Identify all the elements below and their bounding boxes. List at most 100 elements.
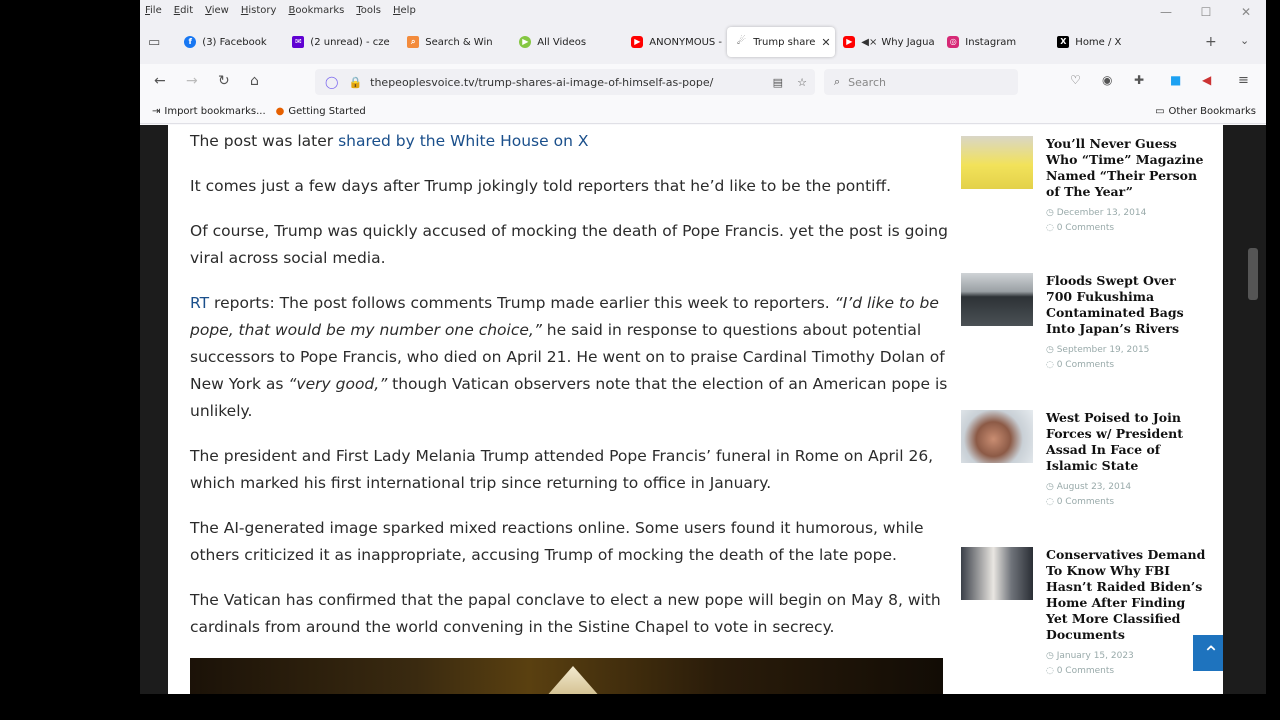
date-text: January 15, 2023 bbox=[1056, 651, 1134, 661]
menu-file[interactable]: File bbox=[145, 5, 162, 16]
post-thumbnail[interactable] bbox=[961, 273, 1033, 326]
paragraph: The AI-generated image sparked mixed rea… bbox=[190, 519, 924, 564]
comments-text: 0 Comments bbox=[1056, 360, 1115, 370]
bookmark-other-label: Other Bookmarks bbox=[1168, 106, 1256, 117]
date-text: September 19, 2015 bbox=[1056, 345, 1150, 355]
tab-label: All Videos bbox=[537, 36, 587, 48]
date-text: August 23, 2014 bbox=[1056, 482, 1132, 492]
menu-view[interactable]: View bbox=[205, 5, 229, 16]
home-icon[interactable]: ⌂ bbox=[250, 73, 259, 89]
tab-trump-shares[interactable]: ☄ Trump share ✕ bbox=[727, 27, 836, 57]
scrollbar-thumb[interactable] bbox=[1248, 248, 1258, 300]
tab-mail[interactable]: ✉ (2 unread) - cze bbox=[284, 27, 399, 57]
comments-text: 0 Comments bbox=[1056, 666, 1115, 676]
comment-icon: ◌ bbox=[1046, 223, 1057, 233]
search-win-icon: ⌕ bbox=[407, 36, 420, 48]
tab-anonymous[interactable]: ▶ ANONYMOUS - bbox=[623, 27, 727, 57]
x-icon: X bbox=[1057, 36, 1070, 48]
post-thumbnail[interactable] bbox=[961, 547, 1033, 600]
clock-icon: ◷ bbox=[1046, 345, 1057, 355]
clock-icon: ◷ bbox=[1046, 482, 1057, 492]
post-title[interactable]: Conservatives Demand To Know Why FBI Has… bbox=[1046, 547, 1206, 643]
pocket-icon[interactable]: ♡ bbox=[1070, 73, 1081, 87]
post-comments[interactable]: ◌ 0 Comments bbox=[1046, 221, 1114, 236]
menu-help[interactable]: Help bbox=[393, 5, 416, 16]
menu-history[interactable]: History bbox=[241, 5, 277, 16]
menu-tools[interactable]: Tools bbox=[356, 5, 381, 16]
tab-instagram[interactable]: ◎ Instagram bbox=[939, 27, 1049, 57]
back-icon[interactable]: ← bbox=[154, 73, 166, 89]
chevron-down-icon[interactable]: ⌄ bbox=[1240, 34, 1249, 47]
paragraph: Of course, Trump was quickly accused of … bbox=[190, 222, 948, 267]
shield-icon[interactable]: ◯ bbox=[325, 75, 338, 89]
date-text: December 13, 2014 bbox=[1056, 208, 1147, 218]
tab-label: Instagram bbox=[965, 36, 1017, 48]
white-house-link[interactable]: shared by the White House on X bbox=[338, 132, 588, 150]
account-icon[interactable]: ◉ bbox=[1102, 73, 1112, 87]
tab-label: (2 unread) - cze bbox=[310, 36, 390, 48]
folder-icon: ▭ bbox=[1155, 106, 1165, 117]
tab-home-x[interactable]: X Home / X bbox=[1049, 27, 1153, 57]
bookmark-import[interactable]: Import bookmarks... bbox=[164, 106, 265, 117]
post-thumbnail[interactable] bbox=[961, 136, 1033, 189]
reload-icon[interactable]: ↻ bbox=[218, 73, 230, 89]
site-icon: ☄ bbox=[735, 36, 748, 48]
scrollbar-track[interactable] bbox=[1223, 125, 1266, 694]
post-thumbnail[interactable] bbox=[961, 410, 1033, 463]
paragraph: The president and First Lady Melania Tru… bbox=[190, 447, 934, 492]
muted-speaker-icon[interactable]: ◀× bbox=[861, 37, 877, 48]
megaphone-icon[interactable]: ◀ bbox=[1202, 73, 1211, 87]
search-bar[interactable]: ⌕ Search bbox=[824, 69, 1018, 95]
youtube-icon: ▶ bbox=[631, 36, 644, 48]
clock-icon: ◷ bbox=[1046, 208, 1057, 218]
import-icon: ⇥ bbox=[152, 106, 161, 117]
post-title[interactable]: West Poised to Join Forces w/ President … bbox=[1046, 410, 1206, 474]
tab-all-videos[interactable]: ▶ All Videos bbox=[511, 27, 623, 57]
extension-badge-icon[interactable]: ■ bbox=[1170, 73, 1181, 87]
tab-why-jaguar[interactable]: ▶ ◀× Why Jagua bbox=[835, 27, 939, 57]
menu-edit[interactable]: Edit bbox=[174, 5, 193, 16]
star-icon[interactable]: ☆ bbox=[797, 76, 807, 89]
bookmarks-bar: ⇥ Import bookmarks... ● Getting Started … bbox=[140, 100, 1266, 124]
post-title[interactable]: You’ll Never Guess Who “Time” Magazine N… bbox=[1046, 136, 1206, 200]
navigation-bar: ← → ↻ ⌂ ◯ 🔒 thepeoplesvoice.tv/trump-sha… bbox=[140, 64, 1266, 100]
url-bar[interactable]: ◯ 🔒 thepeoplesvoice.tv/trump-shares-ai-i… bbox=[315, 69, 815, 95]
comment-icon: ◌ bbox=[1046, 497, 1057, 507]
comment-icon: ◌ bbox=[1046, 360, 1057, 370]
forward-icon[interactable]: → bbox=[186, 73, 198, 89]
hamburger-menu-icon[interactable]: ≡ bbox=[1238, 73, 1249, 88]
article-image bbox=[190, 658, 943, 694]
post-date: ◷ August 23, 2014 bbox=[1046, 480, 1131, 495]
new-tab-icon[interactable]: + bbox=[1205, 34, 1217, 50]
extensions-icon[interactable]: ✚ bbox=[1134, 73, 1144, 87]
papal-mitre-shape bbox=[538, 666, 608, 694]
text: reports: The post follows comments Trump… bbox=[209, 294, 835, 312]
close-tab-icon[interactable]: ✕ bbox=[821, 36, 830, 49]
post-comments[interactable]: ◌ 0 Comments bbox=[1046, 664, 1114, 679]
bookmark-other[interactable]: ▭ Other Bookmarks bbox=[1155, 106, 1256, 117]
tab-label: Search & Win bbox=[425, 36, 493, 48]
instagram-icon: ◎ bbox=[947, 36, 960, 48]
post-date: ◷ January 15, 2023 bbox=[1046, 649, 1134, 664]
tab-label: ANONYMOUS - bbox=[649, 36, 723, 48]
post-comments[interactable]: ◌ 0 Comments bbox=[1046, 495, 1114, 510]
facebook-icon: f bbox=[184, 36, 197, 48]
bookmark-getting-started[interactable]: Getting Started bbox=[288, 106, 365, 117]
tab-search-win[interactable]: ⌕ Search & Win bbox=[399, 27, 511, 57]
lock-icon[interactable]: 🔒 bbox=[348, 76, 362, 89]
post-comments[interactable]: ◌ 0 Comments bbox=[1046, 358, 1114, 373]
comment-icon: ◌ bbox=[1046, 666, 1057, 676]
tab-facebook[interactable]: f (3) Facebook bbox=[176, 27, 284, 57]
comments-text: 0 Comments bbox=[1056, 223, 1115, 233]
post-title[interactable]: Floods Swept Over 700 Fukushima Contamin… bbox=[1046, 273, 1206, 337]
tab-strip: ▭ f (3) Facebook ✉ (2 unread) - cze ⌕ Se… bbox=[140, 20, 1266, 64]
page-viewport: The post was later shared by the White H… bbox=[140, 125, 1266, 694]
menu-bookmarks[interactable]: Bookmarks bbox=[288, 5, 344, 16]
search-placeholder: Search bbox=[848, 75, 886, 89]
firefox-view-icon[interactable]: ▭ bbox=[148, 35, 160, 50]
url-text[interactable]: thepeoplesvoice.tv/trump-shares-ai-image… bbox=[370, 76, 713, 89]
rt-link[interactable]: RT bbox=[190, 294, 209, 312]
clock-icon: ◷ bbox=[1046, 651, 1057, 661]
mail-icon: ✉ bbox=[292, 36, 305, 48]
reader-view-icon[interactable]: ▤ bbox=[773, 76, 783, 89]
